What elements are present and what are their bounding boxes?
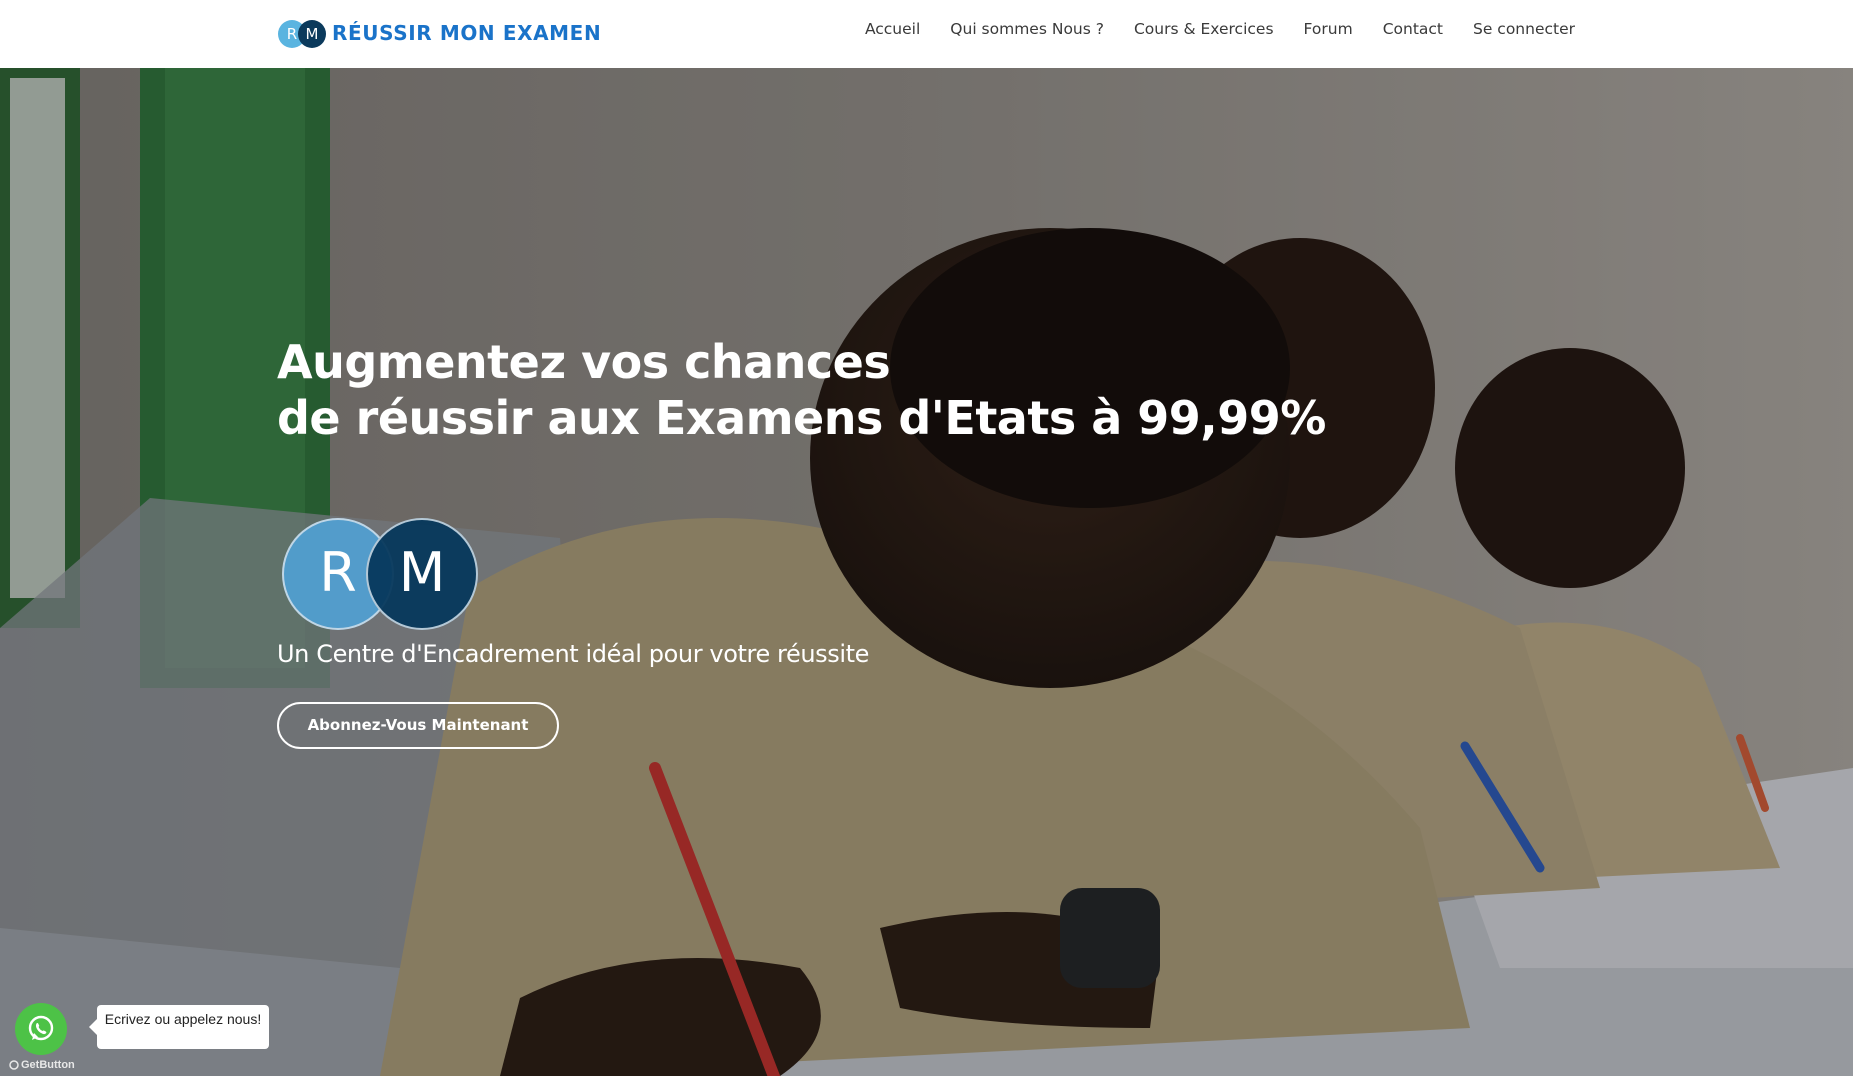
whatsapp-chat-button[interactable]	[15, 1003, 67, 1055]
nav-contact[interactable]: Contact	[1383, 20, 1443, 38]
headline-line-1: Augmentez vos chances	[277, 335, 891, 389]
hero-overlay	[0, 68, 1853, 1076]
nav-se-connecter[interactable]: Se connecter	[1473, 20, 1575, 38]
nav-qui-sommes-nous[interactable]: Qui sommes Nous ?	[950, 20, 1104, 38]
brand-name: RÉUSSIR MON EXAMEN	[332, 21, 602, 45]
getbutton-icon	[9, 1060, 19, 1070]
whatsapp-icon	[28, 1015, 54, 1041]
nav-accueil[interactable]: Accueil	[865, 20, 920, 38]
whatsapp-tooltip: Ecrivez ou appelez nous!	[89, 1005, 269, 1049]
nav-forum[interactable]: Forum	[1304, 20, 1353, 38]
site-header: R M RÉUSSIR MON EXAMEN Accueil Qui somme…	[0, 0, 1853, 68]
hero-logo-m-circle: M	[366, 518, 478, 630]
main-nav: Accueil Qui sommes Nous ? Cours & Exerci…	[865, 20, 1575, 38]
nav-cours-exercices[interactable]: Cours & Exercices	[1134, 20, 1274, 38]
subscribe-now-button[interactable]: Abonnez-Vous Maintenant	[277, 702, 559, 749]
hero-subtitle: Un Centre d'Encadrement idéal pour votre…	[277, 640, 870, 668]
hero-headline: Augmentez vos chances de réussir aux Exa…	[277, 334, 1326, 446]
rm-hero-logo: R M	[282, 518, 478, 632]
logo-m-circle: M	[298, 20, 326, 48]
getbutton-credit[interactable]: GetButton	[9, 1059, 75, 1071]
getbutton-label: GetButton	[21, 1059, 75, 1071]
rm-logo-icon: R M	[278, 18, 330, 48]
hero-section	[0, 68, 1853, 1076]
headline-line-2: de réussir aux Examens d'Etats à 99,99%	[277, 391, 1326, 445]
brand-logo-link[interactable]: R M RÉUSSIR MON EXAMEN	[278, 16, 601, 50]
